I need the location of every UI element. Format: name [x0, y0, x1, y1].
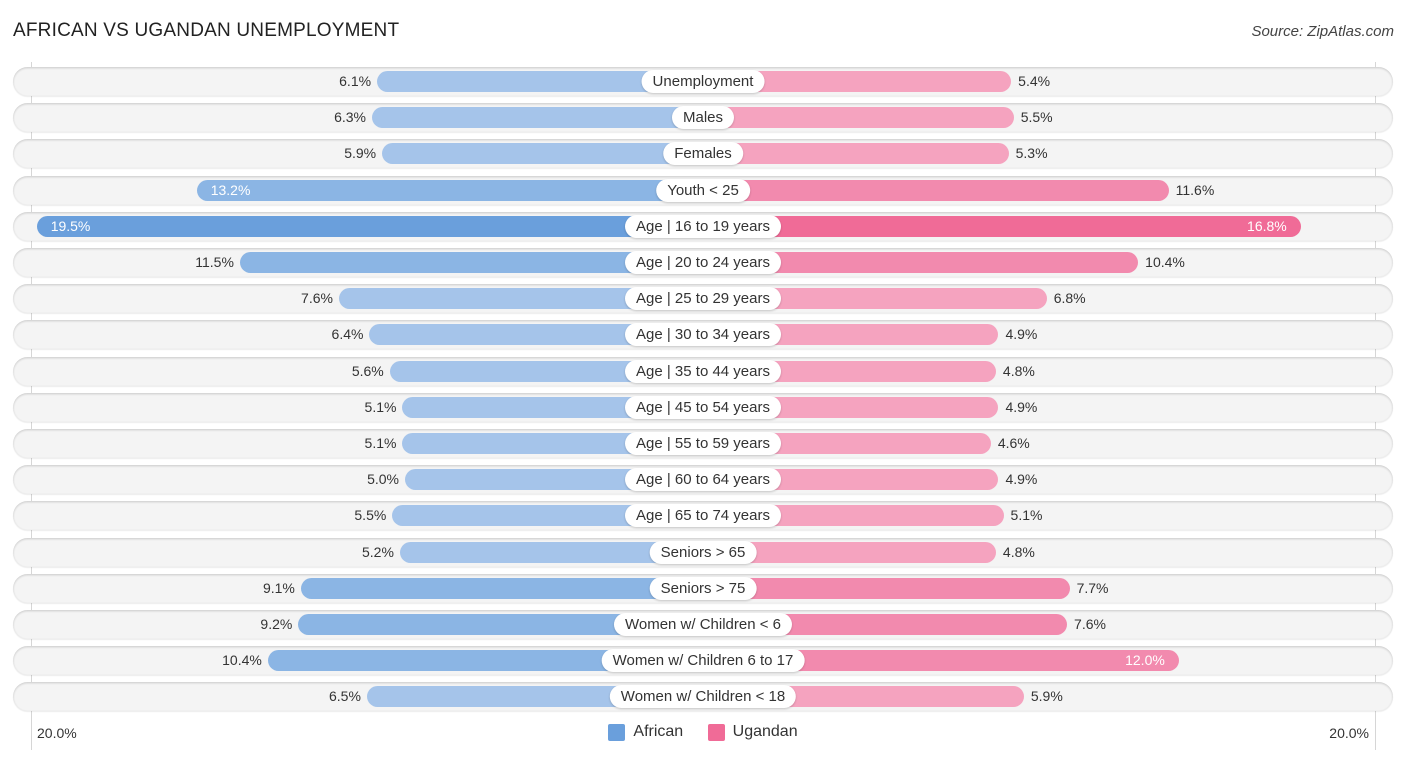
value-label-ugandan: 7.6% [1074, 616, 1106, 632]
chart-row: 11.5% 10.4% Age | 20 to 24 years [13, 248, 1393, 277]
category-label: Age | 65 to 74 years [625, 504, 781, 528]
value-label-african: 10.4% [222, 652, 262, 669]
legend-swatch-african [608, 723, 626, 741]
value-label-ugandan: 5.4% [1018, 73, 1051, 89]
value-label-ugandan: 11.6% [1175, 181, 1215, 198]
value-label-african: 5.0% [367, 471, 399, 488]
category-label: Women w/ Children 6 to 17 [601, 649, 805, 673]
value-label-african: 6.3% [334, 109, 366, 126]
bar-ugandan[interactable] [703, 215, 1301, 237]
legend-item-ugandan[interactable]: Ugandan [707, 723, 798, 741]
value-label-african: 5.1% [364, 398, 397, 415]
category-label: Age | 25 to 29 years [625, 287, 781, 311]
source-credit: Source: ZipAtlas.com [1251, 23, 1394, 40]
value-label-ugandan: 4.9% [1005, 398, 1038, 415]
bar-african[interactable] [36, 215, 703, 237]
chart-row: 5.9% 5.3% Females [13, 139, 1393, 169]
value-label-ugandan: 6.8% [1053, 290, 1086, 307]
bar-ugandan[interactable] [703, 143, 1009, 165]
legend-label-ugandan: Ugandan [732, 723, 798, 740]
value-label-african: 9.2% [260, 616, 293, 632]
category-label: Age | 30 to 34 years [625, 323, 781, 347]
category-label: Age | 60 to 64 years [625, 468, 781, 492]
chart-row: 7.6% 6.8% Age | 25 to 29 years [13, 284, 1393, 314]
value-label-african: 6.1% [339, 73, 372, 89]
chart-row: 9.2% 7.6% Women w/ Children < 6 [13, 610, 1393, 639]
category-label: Seniors > 65 [649, 540, 757, 564]
chart-row: 5.1% 4.6% Age | 55 to 59 years [13, 429, 1393, 458]
value-label-ugandan: 4.6% [997, 435, 1030, 451]
bar-african[interactable] [382, 143, 703, 165]
chart-row: 6.3% 5.5% Males [13, 103, 1393, 133]
value-label-ugandan: 5.9% [1030, 688, 1063, 705]
value-label-african: 9.1% [262, 579, 295, 596]
chart-row: 5.6% 4.8% Age | 35 to 44 years [13, 356, 1393, 386]
chart-row: 5.5% 5.1% Age | 65 to 74 years [13, 501, 1393, 531]
bar-african[interactable] [196, 179, 703, 201]
value-label-ugandan: 4.8% [1002, 543, 1035, 560]
legend-swatch-ugandan [707, 723, 725, 741]
chart-row: 5.0% 4.9% Age | 60 to 64 years [13, 465, 1393, 495]
category-label: Age | 35 to 44 years [625, 359, 781, 383]
value-label-ugandan: 5.3% [1015, 145, 1048, 162]
chart-row: 5.1% 4.9% Age | 45 to 54 years [13, 392, 1393, 422]
value-label-ugandan: 4.8% [1002, 362, 1035, 379]
bar-ugandan[interactable] [703, 107, 1014, 129]
value-label-ugandan: 7.7% [1076, 579, 1109, 596]
chart-row: 6.5% 5.9% Women w/ Children < 18 [13, 682, 1393, 712]
chart-row: 6.1% 5.4% Unemployment [13, 67, 1393, 96]
value-label-ugandan: 12.0% [1125, 652, 1165, 669]
category-label: Age | 55 to 59 years [625, 432, 781, 455]
category-label: Youth < 25 [656, 178, 750, 202]
bar-african[interactable] [371, 107, 703, 129]
value-label-ugandan: 10.4% [1145, 254, 1185, 270]
value-label-african: 5.9% [344, 145, 377, 162]
category-label: Women w/ Children < 18 [609, 685, 797, 709]
value-label-african: 6.4% [331, 326, 364, 343]
bar-ugandan[interactable] [703, 179, 1169, 201]
category-label: Females [663, 142, 743, 166]
value-label-african: 6.5% [328, 688, 361, 705]
category-label: Unemployment [641, 70, 765, 93]
bar-ugandan[interactable] [703, 577, 1070, 599]
chart-row: 9.1% 7.7% Seniors > 75 [13, 573, 1393, 603]
legend-label-african: African [633, 723, 684, 740]
value-label-african: 5.2% [362, 543, 394, 560]
value-label-african: 13.2% [210, 181, 251, 198]
value-label-ugandan: 4.9% [1005, 326, 1038, 343]
chart-row: 13.2% 11.6% Youth < 25 [13, 175, 1393, 205]
category-label: Age | 20 to 24 years [625, 251, 781, 274]
value-label-african: 5.1% [364, 435, 397, 451]
category-label: Seniors > 75 [649, 576, 757, 600]
category-label: Women w/ Children < 6 [613, 613, 793, 636]
legend-item-african[interactable]: African [608, 723, 683, 741]
value-label-ugandan: 5.1% [1010, 507, 1043, 524]
value-label-african: 19.5% [50, 217, 91, 234]
category-label: Males [671, 106, 735, 130]
value-label-ugandan: 4.9% [1005, 471, 1038, 488]
value-label-ugandan: 16.8% [1247, 217, 1287, 234]
chart-row: 6.4% 4.9% Age | 30 to 34 years [13, 320, 1393, 350]
value-label-african: 5.6% [351, 362, 384, 379]
category-label: Age | 16 to 19 years [625, 214, 781, 238]
chart-row: 19.5% 16.8% Age | 16 to 19 years [13, 211, 1393, 241]
value-label-african: 11.5% [195, 254, 234, 270]
legend: African Ugandan [0, 723, 1406, 746]
chart-title: AFRICAN VS UGANDAN UNEMPLOYMENT [13, 20, 400, 41]
value-label-ugandan: 5.5% [1020, 109, 1053, 126]
category-label: Age | 45 to 54 years [625, 395, 781, 419]
chart-row: 10.4% 12.0% Women w/ Children 6 to 17 [13, 646, 1393, 676]
chart-row: 5.2% 4.8% Seniors > 65 [13, 537, 1393, 567]
bar-african[interactable] [300, 577, 703, 599]
value-label-african: 5.5% [354, 507, 387, 524]
value-label-african: 7.6% [301, 290, 333, 307]
